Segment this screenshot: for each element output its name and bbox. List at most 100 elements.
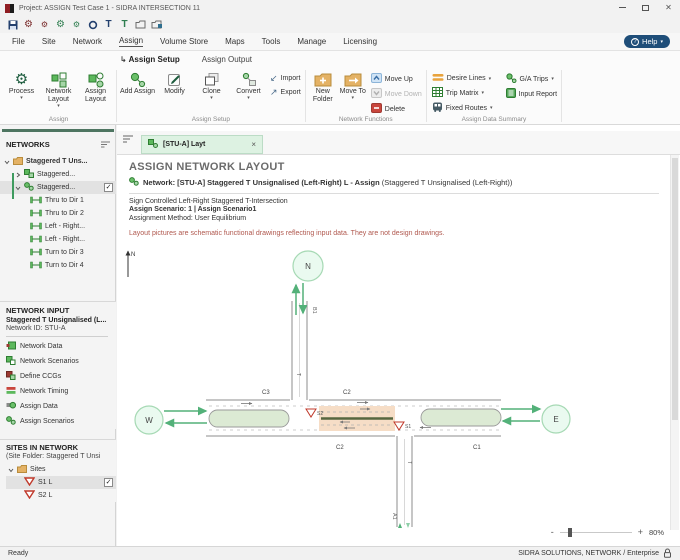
menu-volume-store[interactable]: Volume Store — [160, 37, 208, 46]
process-network-icon[interactable]: ⚙ — [55, 19, 66, 31]
tab-list-menu-icon[interactable] — [123, 130, 133, 148]
route-row[interactable]: Turn to Dir 3 — [0, 246, 116, 259]
zoom-slider[interactable] — [559, 528, 632, 537]
network-name: Staggered T Unsignalised (L... — [6, 317, 107, 324]
assign-data-item[interactable]: Assign Data — [6, 399, 116, 414]
move-down-button[interactable]: Move Down — [370, 88, 422, 100]
panel-menu-icon[interactable] — [101, 135, 110, 153]
menu-site[interactable]: Site — [42, 37, 56, 46]
move-down-icon — [370, 88, 382, 100]
network-child-row[interactable]: Staggered... — [0, 168, 116, 181]
move-up-button[interactable]: Move Up — [370, 73, 422, 85]
node-n-label: N — [305, 262, 311, 271]
network-t-icon[interactable]: T — [103, 19, 114, 31]
site-row-s1[interactable]: S1 L ✓ — [6, 476, 116, 489]
titlebar: Project: ASSIGN Test Case 1 - SIDRA INTE… — [0, 0, 680, 16]
elbow-arrow-icon: ↳ — [120, 55, 127, 64]
assign-checkbox[interactable]: ✓ — [104, 183, 113, 192]
zoom-slider-thumb[interactable] — [567, 528, 572, 537]
site-s1-checkbox[interactable]: ✓ — [104, 478, 113, 487]
help-button[interactable]: ? Help ▾ — [624, 35, 670, 48]
maximize-button[interactable] — [634, 0, 657, 15]
modify-button[interactable]: Modify — [156, 70, 193, 96]
chevron-down-icon[interactable] — [15, 185, 21, 191]
assign-t-icon[interactable]: T — [119, 19, 130, 31]
gear-icon: ⚙ — [14, 70, 29, 88]
route-row[interactable]: Thru to Dir 1 — [0, 194, 116, 207]
clone-button[interactable]: Clone ▾ — [193, 70, 230, 101]
menu-assign[interactable]: Assign — [119, 36, 144, 47]
assign-layout-button[interactable]: Assign Layout — [77, 70, 114, 104]
site-icon[interactable] — [87, 19, 98, 31]
route-row[interactable]: Left - Right... — [0, 220, 116, 233]
process-site-icon[interactable]: ⚙ — [39, 19, 50, 31]
open-folder-icon[interactable] — [151, 19, 162, 31]
add-assign-button[interactable]: Add Assign — [119, 70, 156, 96]
menu-tools[interactable]: Tools — [262, 37, 281, 46]
document-tabbar: [STU-A] Layt × — [117, 131, 680, 155]
save-icon[interactable] — [7, 19, 18, 31]
clone-icon — [204, 71, 220, 88]
fixed-routes-button[interactable]: Fixed Routes ▾ — [432, 102, 493, 114]
trip-matrix-icon — [431, 87, 443, 99]
give-way-sign-s1 — [393, 421, 405, 431]
menu-network[interactable]: Network — [73, 37, 102, 46]
import-button[interactable]: ↙ Import — [270, 73, 301, 84]
menu-manage[interactable]: Manage — [297, 37, 326, 46]
export-button[interactable]: ↗ Export — [270, 87, 301, 98]
network-data-item[interactable]: Network Data — [6, 339, 116, 354]
chevron-right-icon[interactable] — [15, 172, 21, 178]
network-input-panel: NETWORK INPUT Staggered T Unsignalised (… — [0, 301, 116, 429]
move-to-button[interactable]: Move To ▾ — [338, 70, 368, 101]
process-button[interactable]: ⚙ Process ▾ — [3, 70, 40, 101]
network-scenarios-item[interactable]: Network Scenarios — [6, 354, 116, 369]
trip-matrix-button[interactable]: Trip Matrix ▾ — [431, 87, 493, 99]
process-all-icon[interactable]: ⚙ — [23, 19, 34, 31]
menu-file[interactable]: File — [12, 37, 25, 46]
menu-licensing[interactable]: Licensing — [343, 37, 377, 46]
assign-child-row[interactable]: Staggered... ✓ — [0, 181, 116, 194]
ribbon-tab-assign-setup[interactable]: ↳ Assign Setup — [120, 55, 180, 64]
tab-close-icon[interactable]: × — [251, 140, 256, 149]
sidebar: NETWORKS Staggered T Uns... Staggered... — [0, 125, 116, 546]
chevron-down-icon[interactable] — [4, 159, 10, 165]
ribbon-tab-assign-output[interactable]: Assign Output — [202, 55, 252, 64]
assign-scenario-line: Assign Scenario: 1 | Assign Scenario1 — [129, 206, 257, 214]
zoom-out-button[interactable]: - — [551, 528, 554, 537]
process-assign-icon[interactable]: ⚙ — [71, 19, 82, 31]
tree-accent-line — [12, 173, 14, 199]
status-ready: Ready — [8, 550, 29, 557]
zoom-in-button[interactable]: + — [638, 528, 643, 537]
sites-panel-title: SITES IN NETWORK — [6, 443, 79, 452]
define-ccgs-item[interactable]: Define CCGs — [6, 369, 116, 384]
network-title-bold: Network: [STU-A] Staggered T Unsignalise… — [143, 178, 380, 187]
folder-icon[interactable] — [135, 19, 146, 31]
route-row[interactable]: Thru to Dir 2 — [0, 207, 116, 220]
network-input-title: NETWORK INPUT — [6, 306, 70, 315]
assign-scenarios-item[interactable]: Assign Scenarios — [6, 414, 116, 429]
ga-trips-button[interactable]: G/A Trips ▾ — [505, 73, 558, 85]
network-timing-item[interactable]: Network Timing — [6, 384, 116, 399]
desire-lines-button[interactable]: Desire Lines ▾ — [432, 73, 493, 84]
input-report-button[interactable]: Input Report — [505, 88, 557, 100]
scrollbar-thumb[interactable] — [672, 158, 678, 420]
route-row[interactable]: Left - Right... — [0, 233, 116, 246]
close-button[interactable]: ✕ — [657, 0, 680, 15]
network-id: Network ID: STU-A — [6, 325, 66, 332]
site-row-s2[interactable]: S2 L — [6, 489, 116, 502]
minimize-button[interactable] — [611, 0, 634, 15]
route-row[interactable]: Turn to Dir 4 — [0, 259, 116, 272]
menu-maps[interactable]: Maps — [225, 37, 245, 46]
convert-button[interactable]: Convert ▾ — [230, 70, 267, 101]
document-tab[interactable]: [STU-A] Layt × — [141, 135, 263, 154]
sites-folder-row[interactable]: Sites — [6, 463, 116, 476]
vertical-scrollbar[interactable] — [670, 155, 679, 530]
new-folder-button[interactable]: New Folder — [308, 70, 338, 104]
delete-button[interactable]: Delete — [370, 103, 422, 115]
lane-marker-north: T — [295, 373, 301, 376]
chevron-down-icon[interactable] — [8, 467, 14, 473]
network-layout-button[interactable]: Network Layout ▾ — [40, 70, 77, 109]
padlock-icon — [663, 548, 672, 560]
network-folder-row[interactable]: Staggered T Uns... — [0, 155, 116, 168]
window-title: Project: ASSIGN Test Case 1 - SIDRA INTE… — [19, 4, 201, 12]
